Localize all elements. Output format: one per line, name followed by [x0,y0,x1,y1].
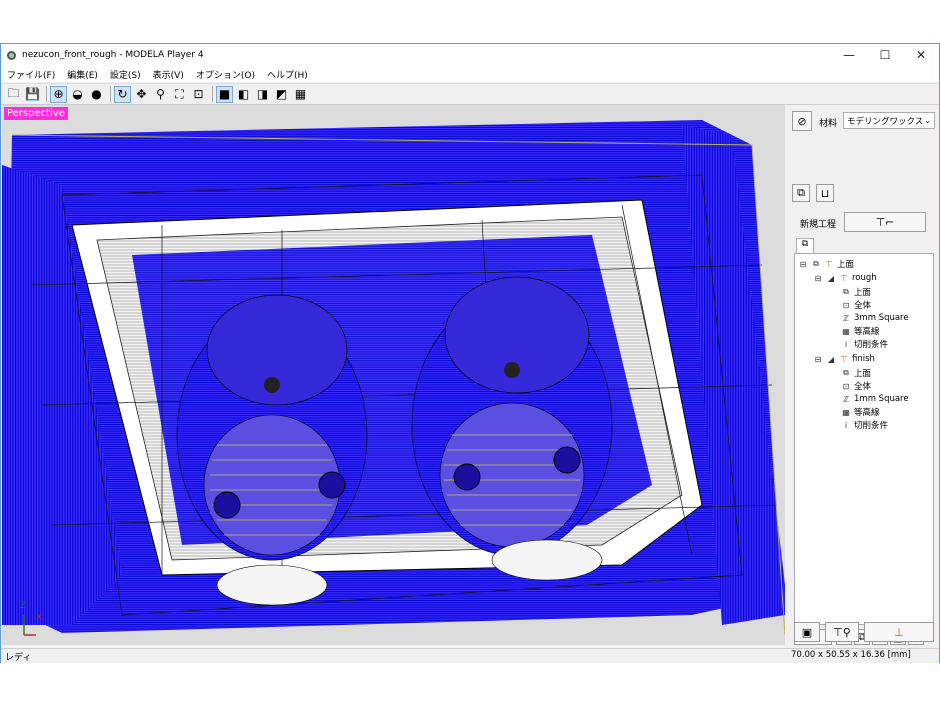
tree-item-rough[interactable]: ⊟ ◢ ⊤ rough [813,272,877,284]
tree-item[interactable]: ℤ 3mm Square [841,312,909,324]
zoom-window-icon[interactable]: ⛶ [171,86,188,103]
tree-root[interactable]: ⊟ ⧉ ⊤ 上面 [798,258,854,270]
tree-item[interactable]: ⊡ 全体 [841,299,871,312]
status-bar: レディ 70.00 x 50.55 x 16.36 [mm] [1,648,939,663]
export-icon[interactable]: ⊔ [816,184,834,202]
material-select-value: モデリングワックス [847,116,924,127]
menu-settings[interactable]: 設定(S) [110,68,141,81]
tab-process[interactable]: ⧉ [796,238,814,253]
tree-item[interactable]: ▦ 等高線 [841,325,879,338]
tree-item-finish[interactable]: ⊟ ◢ ⊤ finish [813,353,875,365]
perspective-label: Perspective [4,107,68,120]
view-iso-cube-icon[interactable]: ◩ [273,86,290,103]
right-panel: ⊘ 材料 モデリングワックス ⌄ ⧉ ⊔ 新規工程 ⊤⌐ ⧉ ⊟ ⧉ ⊤ 上面 … [788,105,939,645]
axis-z-label: Z [20,601,27,611]
view-top-cube-icon[interactable]: ■ [216,85,233,103]
tree-item[interactable]: ⅰ 切削条件 [841,338,888,351]
contour-icon: ▦ [842,326,850,336]
tree-item[interactable]: ℤ 1mm Square [841,393,909,405]
material-label: 材料 [819,119,838,129]
collapse-icon: ⊟ [814,273,822,283]
menu-file[interactable]: ファイル(F) [7,68,55,81]
material-select[interactable]: モデリングワックス ⌄ [843,112,935,129]
view-grid-icon[interactable]: ▦ [292,86,309,103]
axis-x-label: X [36,613,43,623]
cutting-condition-icon: ⅰ [844,420,848,430]
compass-icon[interactable]: ⊘ [792,111,812,131]
toolbar: 🗀 💾 ⊕ ◒ ● ↻ ✥ ⚲ ⛶ ⊡ ■ ◧ ◨ ◩ ▦ [1,83,939,105]
title-bar: nezucon_front_rough - MODELA Player 4 — … [1,44,939,66]
toolbar-separator [110,86,111,102]
cutting-condition-icon: ⅰ [844,339,848,349]
dimension-readout: 70.00 x 50.55 x 16.36 [mm] [791,650,911,660]
wireframe-sphere-icon[interactable]: ⊕ [50,85,67,103]
window-controls: — ☐ ✕ [831,44,939,66]
tree-item[interactable]: ⧉ 上面 [841,367,871,379]
menu-view[interactable]: 表示(V) [153,68,184,81]
region-icon: ⊡ [842,300,850,310]
stock-box-icon[interactable]: ⧉ [792,184,810,202]
rotate-icon[interactable]: ↻ [114,85,131,103]
new-process-button[interactable]: ⊤⌐ [844,212,926,232]
pan-icon[interactable]: ✥ [133,86,150,103]
window-title: nezucon_front_rough - MODELA Player 4 [22,50,204,60]
step-icon: ◢ [827,354,835,364]
stop-icon[interactable]: ▣ [794,622,820,642]
collapse-icon: ⊟ [814,354,822,364]
tool-bit-icon: ℤ [843,313,849,323]
app-icon [7,50,16,60]
tree-item[interactable]: ⧉ 上面 [841,286,871,298]
contour-icon: ▦ [842,407,850,417]
tool-search-icon[interactable]: ⊤⚲ [825,622,859,642]
app-window: nezucon_front_rough - MODELA Player 4 — … [0,43,940,663]
tool-icon: ⊤ [840,273,848,283]
cut-output-button[interactable]: ⊥ [864,622,934,642]
tool-icon: ⊤ [840,354,848,364]
minimize-button[interactable]: — [831,44,867,66]
tool-icon: ⊤ [825,259,833,269]
collapse-icon: ⊟ [799,259,807,269]
open-folder-icon[interactable]: 🗀 [5,86,22,103]
new-process-label: 新規工程 [800,220,837,230]
3d-viewport[interactable]: Perspective Z X [2,105,785,645]
close-button[interactable]: ✕ [903,44,939,66]
tree-item[interactable]: ▦ 等高線 [841,406,879,419]
view-side-cube-icon[interactable]: ◨ [254,86,271,103]
toolbar-separator [46,86,47,102]
half-sphere-icon[interactable]: ◒ [69,86,86,103]
menu-edit[interactable]: 編集(E) [67,68,98,81]
zoom-icon[interactable]: ⚲ [152,86,169,103]
fit-view-icon[interactable]: ⊡ [190,86,207,103]
solid-sphere-icon[interactable]: ● [88,86,105,103]
tree-item[interactable]: ⊡ 全体 [841,380,871,393]
region-icon: ⊡ [842,381,850,391]
chevron-down-icon: ⌄ [924,116,931,125]
maximize-button[interactable]: ☐ [867,44,903,66]
tree-item[interactable]: ⅰ 切削条件 [841,419,888,432]
step-icon: ◢ [827,273,835,283]
stock-icon: ⧉ [813,259,819,268]
status-text: レディ [5,653,32,663]
menu-bar: ファイル(F) 編集(E) 設定(S) 表示(V) オプション(O) ヘルプ(H… [1,66,939,82]
tool-bit-icon: ℤ [843,394,849,404]
process-tree: ⊟ ⧉ ⊤ 上面 ⊟ ◢ ⊤ rough ⧉ 上面 ⊡ 全体 ℤ 3mm Square… [794,253,934,625]
save-icon[interactable]: 💾 [24,86,41,103]
toolbar-separator [212,86,213,102]
surface-icon: ⧉ [843,287,849,296]
toolpath-render [2,105,785,645]
surface-icon: ⧉ [843,368,849,377]
menu-options[interactable]: オプション(O) [196,68,255,81]
view-front-cube-icon[interactable]: ◧ [235,86,252,103]
menu-help[interactable]: ヘルプ(H) [267,68,308,81]
